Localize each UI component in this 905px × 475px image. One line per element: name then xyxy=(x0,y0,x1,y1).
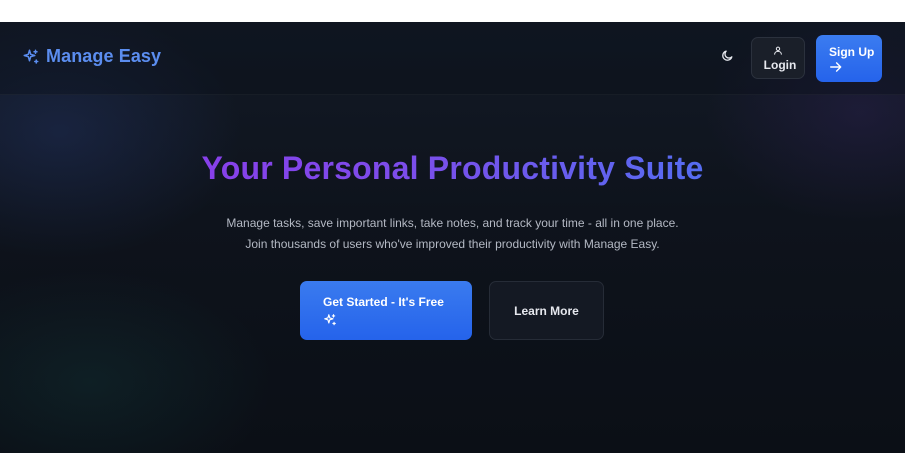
login-label: Login xyxy=(763,57,797,72)
page: Manage Easy Login Sign Up Your Personal … xyxy=(0,0,905,475)
arrow-right-icon xyxy=(829,59,843,73)
login-button[interactable]: Login xyxy=(751,37,805,79)
navbar: Manage Easy Login Sign Up xyxy=(0,22,905,95)
app-window: Manage Easy Login Sign Up Your Personal … xyxy=(0,22,905,453)
get-started-label: Get Started - It's Free xyxy=(323,295,444,309)
theme-toggle-button[interactable] xyxy=(717,48,737,68)
moon-icon xyxy=(721,49,734,67)
brand-name: Manage Easy xyxy=(46,46,162,66)
learn-more-button[interactable]: Learn More xyxy=(489,281,604,340)
hero-subtitle-line-1: Manage tasks, save important links, take… xyxy=(226,216,679,230)
hero-title: Your Personal Productivity Suite xyxy=(0,150,905,187)
get-started-button[interactable]: Get Started - It's Free xyxy=(300,281,472,340)
sparkles-icon xyxy=(22,48,40,66)
learn-more-label: Learn More xyxy=(514,303,579,318)
sign-up-label: Sign Up xyxy=(829,44,875,59)
sign-up-button[interactable]: Sign Up xyxy=(816,35,882,82)
brand-logo[interactable]: Manage Easy xyxy=(22,46,161,67)
sparkles-icon xyxy=(323,313,472,327)
hero-subtitle-line-2: Join thousands of users who've improved … xyxy=(245,237,660,251)
user-icon xyxy=(773,45,783,56)
